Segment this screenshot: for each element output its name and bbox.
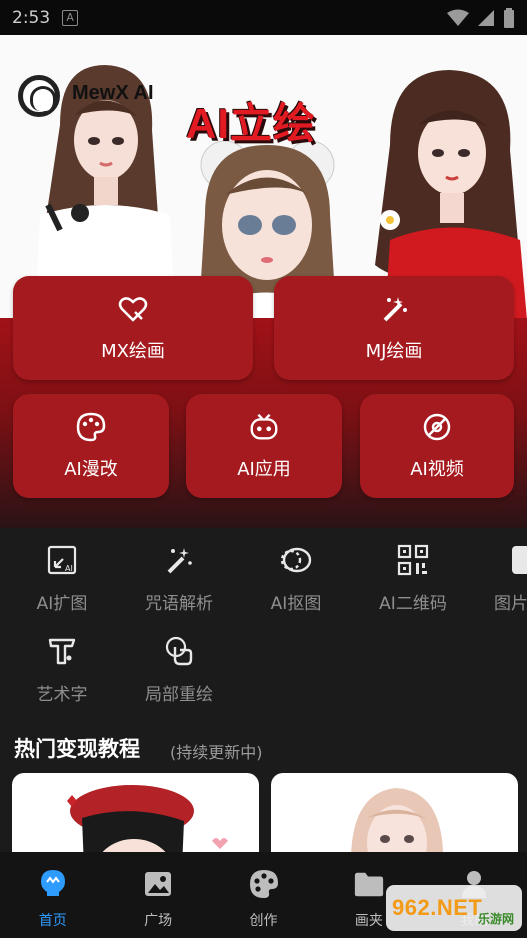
nav-label: 首页 <box>38 913 67 929</box>
tool-ai-cutout[interactable]: AI抠图 <box>246 543 346 614</box>
robot-icon <box>248 411 280 443</box>
card-label: MJ绘画 <box>365 341 423 362</box>
tool-local-redraw[interactable]: 局部重绘 <box>129 634 229 705</box>
tool-label: 局部重绘 <box>145 685 213 705</box>
app-logo <box>18 75 60 117</box>
gallery-icon <box>142 868 174 900</box>
notification-icon: A <box>62 9 79 26</box>
tool-spell-analysis[interactable]: 咒语解析 <box>129 543 229 614</box>
card-label: AI应用 <box>237 459 291 480</box>
card-label: AI视频 <box>410 459 464 480</box>
ai-video-card[interactable]: AI视频 <box>360 394 514 498</box>
heart-brush-icon <box>117 293 149 325</box>
svg-text:AI: AI <box>65 564 73 573</box>
folder-icon <box>353 868 385 900</box>
nav-label: 画夹 <box>354 913 383 929</box>
hero-title: AI立绘 <box>186 100 317 147</box>
magic-wand-icon <box>162 543 196 577</box>
tool-image[interactable]: 图片 <box>472 543 527 614</box>
mx-painting-card[interactable]: MX绘画 <box>13 276 253 380</box>
tool-label: AI抠图 <box>270 594 322 614</box>
magic-wand-icon <box>378 293 410 325</box>
site-watermark: 962.NET 乐游网 <box>386 885 522 931</box>
home-bulb-icon <box>37 868 69 900</box>
art-text-icon <box>45 634 79 668</box>
app-name: MewX AI <box>72 82 154 104</box>
card-label: AI漫改 <box>64 459 118 480</box>
ai-apps-card[interactable]: AI应用 <box>186 394 342 498</box>
cutout-icon <box>279 543 313 577</box>
card-label: MX绘画 <box>101 341 165 362</box>
nav-home[interactable]: 首页 <box>0 852 105 938</box>
watermark-subtext: 乐游网 <box>477 912 514 926</box>
wifi-icon <box>447 9 469 26</box>
battery-icon <box>504 7 514 28</box>
app-screen: 2:53 A MewX AI AI立绘 MX绘画 MJ绘画 AI漫改 AI应用 … <box>0 0 527 938</box>
section-subtitle: (持续更新中) <box>170 743 263 762</box>
tool-label: 艺术字 <box>36 685 88 705</box>
ai-comic-card[interactable]: AI漫改 <box>13 394 169 498</box>
section-title: 热门变现教程 <box>14 737 140 761</box>
status-bar: 2:53 A <box>0 0 527 35</box>
palette-icon <box>75 411 107 443</box>
status-icons <box>447 7 515 28</box>
nav-create[interactable]: 创作 <box>211 852 316 938</box>
expand-image-icon: AI <box>45 543 79 577</box>
tool-label: AI二维码 <box>379 594 447 614</box>
nav-plaza[interactable]: 广场 <box>105 852 210 938</box>
image-icon <box>510 543 527 577</box>
tool-ai-expand[interactable]: AI AI扩图 <box>12 543 112 614</box>
status-time: 2:53 <box>12 7 51 28</box>
signal-icon <box>478 9 494 26</box>
palette-icon <box>248 868 280 900</box>
video-disc-icon <box>421 411 453 443</box>
tool-ai-qrcode[interactable]: AI二维码 <box>363 543 463 614</box>
tool-label: AI扩图 <box>36 594 88 614</box>
nav-label: 创作 <box>249 913 278 929</box>
tool-art-text[interactable]: 艺术字 <box>12 634 112 705</box>
nav-label: 广场 <box>144 913 173 929</box>
tool-label: 图片 <box>494 594 527 614</box>
watermark-text: 962.NET <box>392 895 483 920</box>
qr-code-icon <box>396 543 430 577</box>
tool-label: 咒语解析 <box>145 594 213 614</box>
mj-painting-card[interactable]: MJ绘画 <box>274 276 514 380</box>
touch-redraw-icon <box>162 634 196 668</box>
